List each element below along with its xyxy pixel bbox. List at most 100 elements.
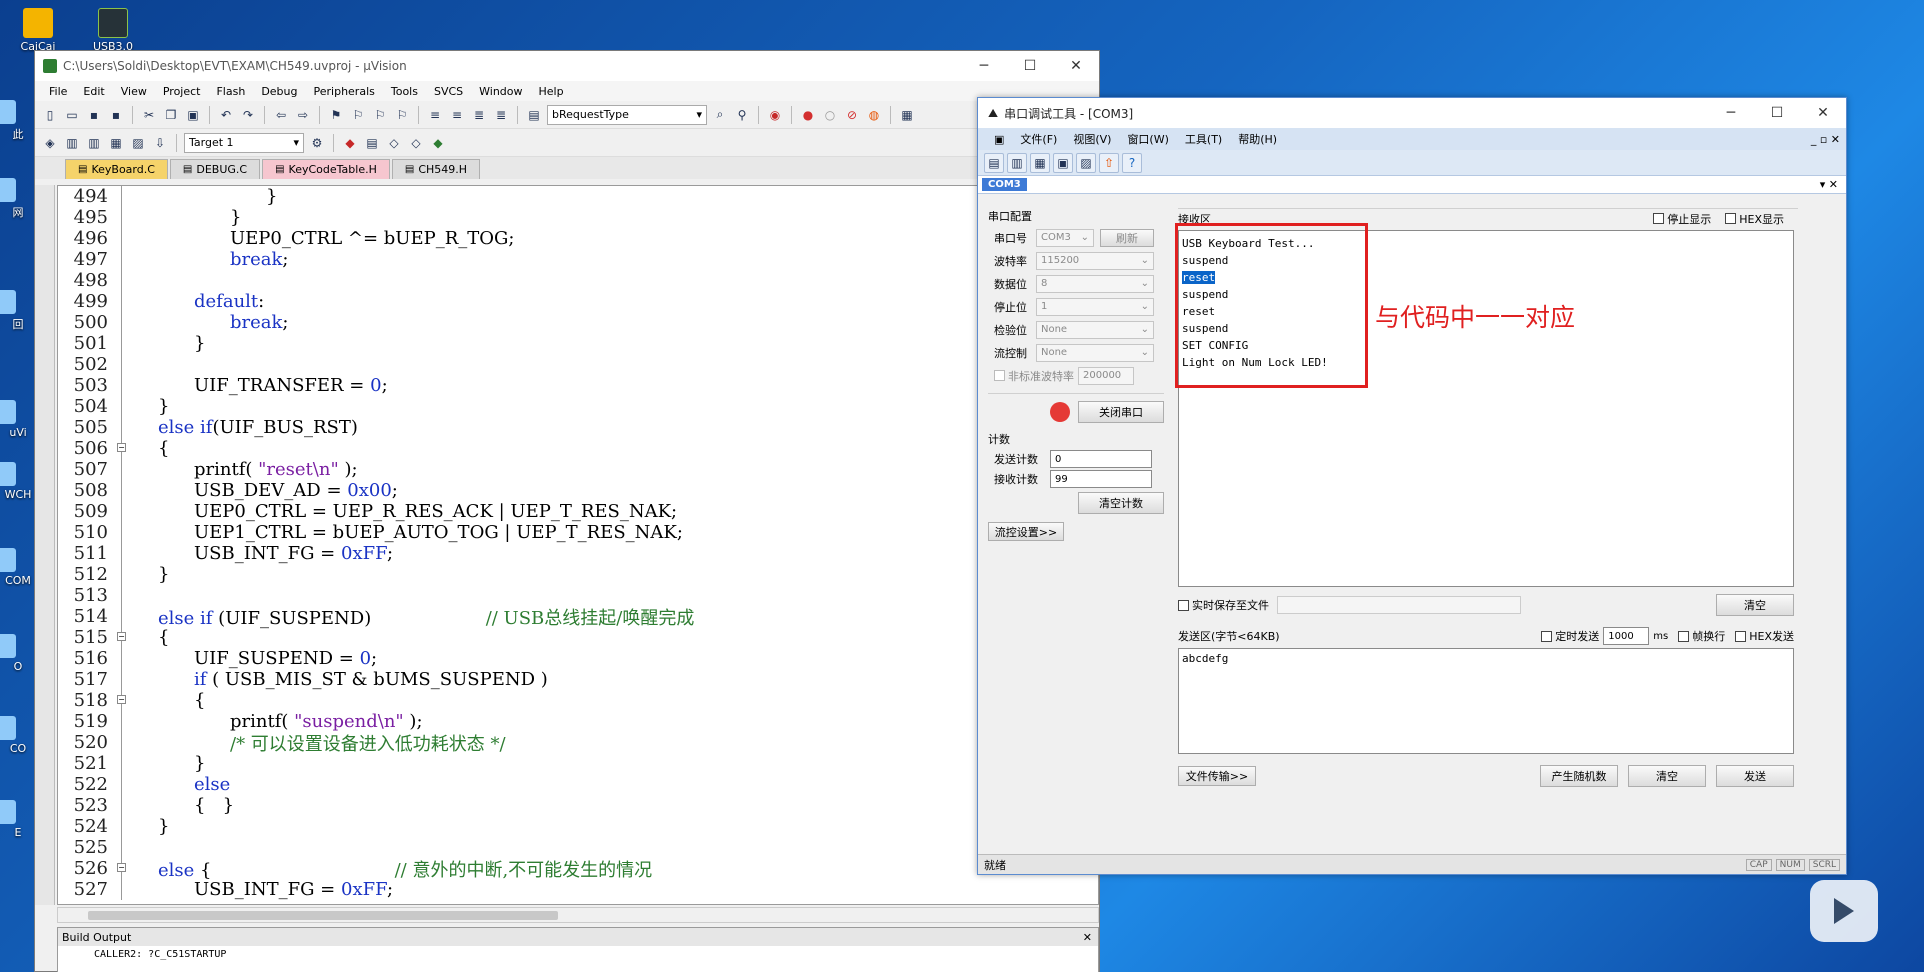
config-combo[interactable]: 1 ⌄ xyxy=(1036,297,1154,316)
desktop-icon-caicai[interactable]: CaiCai xyxy=(8,8,68,53)
file-transfer-button[interactable]: 文件传输>> xyxy=(1178,766,1256,786)
help-icon[interactable]: ? xyxy=(1122,152,1142,173)
pack-installer-icon[interactable]: ◇ xyxy=(385,134,403,152)
save-file-path[interactable] xyxy=(1277,596,1521,614)
fold-toggle-icon[interactable]: − xyxy=(117,443,126,452)
send-button[interactable]: 发送 xyxy=(1716,765,1794,787)
menu-item[interactable]: SVCS xyxy=(426,85,471,98)
breakpoint-insert-icon[interactable]: ● xyxy=(799,106,817,124)
menu-item[interactable]: 工具(T) xyxy=(1177,131,1230,147)
config-combo[interactable]: None ⌄ xyxy=(1036,343,1154,362)
menu-item[interactable]: 文件(F) xyxy=(1012,131,1065,147)
uncomment-icon[interactable]: ≣ xyxy=(492,106,510,124)
desktop-side-icon[interactable]: 网 xyxy=(0,178,36,220)
paste-icon[interactable]: ▣ xyxy=(184,106,202,124)
build-icon[interactable]: ▥ xyxy=(63,134,81,152)
mdi-controls-icon[interactable]: _ ▫ ✕ xyxy=(1803,133,1846,146)
bookmark-prev-icon[interactable]: ⚐ xyxy=(349,106,367,124)
upload-icon[interactable]: ⇧ xyxy=(1099,152,1119,173)
menu-item[interactable]: 视图(V) xyxy=(1065,131,1119,147)
nonstandard-baud-checkbox[interactable]: 非标准波特率 xyxy=(988,368,1074,384)
find-in-files-icon[interactable]: ▤ xyxy=(525,106,543,124)
fold-toggle-icon[interactable]: − xyxy=(117,632,126,641)
menu-item[interactable]: Help xyxy=(531,85,572,98)
translate-icon[interactable]: ◈ xyxy=(41,134,59,152)
find-combo[interactable]: bRequestType ▾ xyxy=(547,104,707,125)
save-all-icon[interactable]: ▪ xyxy=(107,106,125,124)
clear-send-button[interactable]: 清空 xyxy=(1628,765,1706,787)
close-icon[interactable]: ✕ xyxy=(1053,51,1099,81)
close-icon[interactable]: ✕ xyxy=(1800,98,1846,128)
menu-item[interactable]: Window xyxy=(471,85,530,98)
rebuild-icon[interactable]: ▥ xyxy=(85,134,103,152)
maximize-icon[interactable]: ☐ xyxy=(1754,98,1800,128)
manage-project-icon[interactable]: ◆ xyxy=(341,134,359,152)
refresh-button[interactable]: 刷新 xyxy=(1100,228,1154,247)
scrollbar-thumb[interactable] xyxy=(88,911,558,920)
editor-horizontal-scrollbar[interactable] xyxy=(57,907,1099,923)
select-software-icon[interactable]: ◇ xyxy=(407,134,425,152)
fold-toggle-icon[interactable]: − xyxy=(117,695,126,704)
target-combo[interactable]: Target 1 ▾ xyxy=(184,132,304,153)
flow-settings-button[interactable]: 流控设置>> xyxy=(988,522,1064,541)
run-time-env-icon[interactable]: ◆ xyxy=(429,134,447,152)
hex-send-checkbox[interactable]: HEX发送 xyxy=(1735,628,1794,644)
code-editor[interactable]: 494} 495} 496 UEP0_CTRL ^= bUEP_R_TOG; 497 br… xyxy=(57,185,1099,905)
find-icon[interactable]: ⌕ xyxy=(711,106,729,124)
tab-file[interactable]: ▤ CH549.H xyxy=(391,159,481,179)
copy-icon[interactable]: ❐ xyxy=(162,106,180,124)
menu-item[interactable]: 窗口(W) xyxy=(1119,131,1176,147)
debug-start-icon[interactable]: ◉ xyxy=(766,106,784,124)
menu-item[interactable]: Peripherals xyxy=(306,85,383,98)
close-icon[interactable]: ✕ xyxy=(1083,931,1092,944)
manage-books-icon[interactable]: ▤ xyxy=(363,134,381,152)
config-combo[interactable]: None ⌄ xyxy=(1036,320,1154,339)
network-icon[interactable]: ▨ xyxy=(1076,152,1096,173)
tile-vertical-icon[interactable]: ▦ xyxy=(1030,152,1050,173)
menu-item[interactable]: 帮助(H) xyxy=(1230,131,1285,147)
undo-icon[interactable]: ↶ xyxy=(217,106,235,124)
open-folder-icon[interactable]: ▭ xyxy=(63,106,81,124)
window-layout-icon[interactable]: ▦ xyxy=(898,106,916,124)
timed-send-checkbox[interactable]: 定时发送 xyxy=(1541,628,1599,644)
doc-close-icon[interactable]: ▾ ✕ xyxy=(1820,178,1846,191)
tab-file[interactable]: ▤ KeyCodeTable.H xyxy=(262,159,390,179)
target-options-icon[interactable]: ⚙ xyxy=(308,134,326,152)
desktop-icon-usb[interactable]: USB3.0 xyxy=(83,8,143,53)
tab-file[interactable]: ▤ DEBUG.C xyxy=(169,159,261,179)
cut-icon[interactable]: ✂ xyxy=(140,106,158,124)
batch-build-icon[interactable]: ▦ xyxy=(107,134,125,152)
clear-receive-button[interactable]: 清空 xyxy=(1716,594,1794,616)
incremental-find-icon[interactable]: ⚲ xyxy=(733,106,751,124)
send-textarea[interactable]: abcdefg xyxy=(1178,648,1794,754)
bookmark-next-icon[interactable]: ⚐ xyxy=(371,106,389,124)
newline-checkbox[interactable]: 帧换行 xyxy=(1678,628,1725,644)
desktop-side-icon[interactable]: CO xyxy=(0,716,36,755)
download-icon[interactable]: ⇩ xyxy=(151,134,169,152)
breakpoint-kill-icon[interactable]: ⊘ xyxy=(843,106,861,124)
send-interval-field[interactable]: 1000 xyxy=(1603,627,1650,645)
unindent-icon[interactable]: ≡ xyxy=(448,106,466,124)
minimize-icon[interactable]: ─ xyxy=(961,51,1007,81)
menu-item[interactable]: View xyxy=(113,85,155,98)
nonstandard-baud-field[interactable]: 200000 xyxy=(1078,366,1134,385)
calculator-icon[interactable]: ▣ xyxy=(1053,152,1073,173)
config-combo[interactable]: 115200 ⌄ xyxy=(1036,251,1154,270)
new-file-icon[interactable]: ▯ xyxy=(41,106,59,124)
hex-display-checkbox[interactable]: HEX显示 xyxy=(1725,211,1784,227)
maximize-icon[interactable]: ☐ xyxy=(1007,51,1053,81)
fold-toggle-icon[interactable]: − xyxy=(117,863,126,872)
stop-display-checkbox[interactable]: 停止显示 xyxy=(1653,211,1711,227)
bookmark-icon[interactable]: ⚑ xyxy=(327,106,345,124)
tile-horizontal-icon[interactable]: ▥ xyxy=(1007,152,1027,173)
redo-icon[interactable]: ↷ xyxy=(239,106,257,124)
tab-file[interactable]: ▤ KeyBoard.C xyxy=(65,159,168,179)
menu-item[interactable]: Project xyxy=(155,85,209,98)
indent-icon[interactable]: ≡ xyxy=(426,106,444,124)
stop-build-icon[interactable]: ▨ xyxy=(129,134,147,152)
menu-item[interactable]: Edit xyxy=(75,85,112,98)
config-combo[interactable]: 8 ⌄ xyxy=(1036,274,1154,293)
comment-icon[interactable]: ≣ xyxy=(470,106,488,124)
project-panel-strip[interactable] xyxy=(35,185,55,905)
new-session-icon[interactable]: ▤ xyxy=(984,152,1004,173)
